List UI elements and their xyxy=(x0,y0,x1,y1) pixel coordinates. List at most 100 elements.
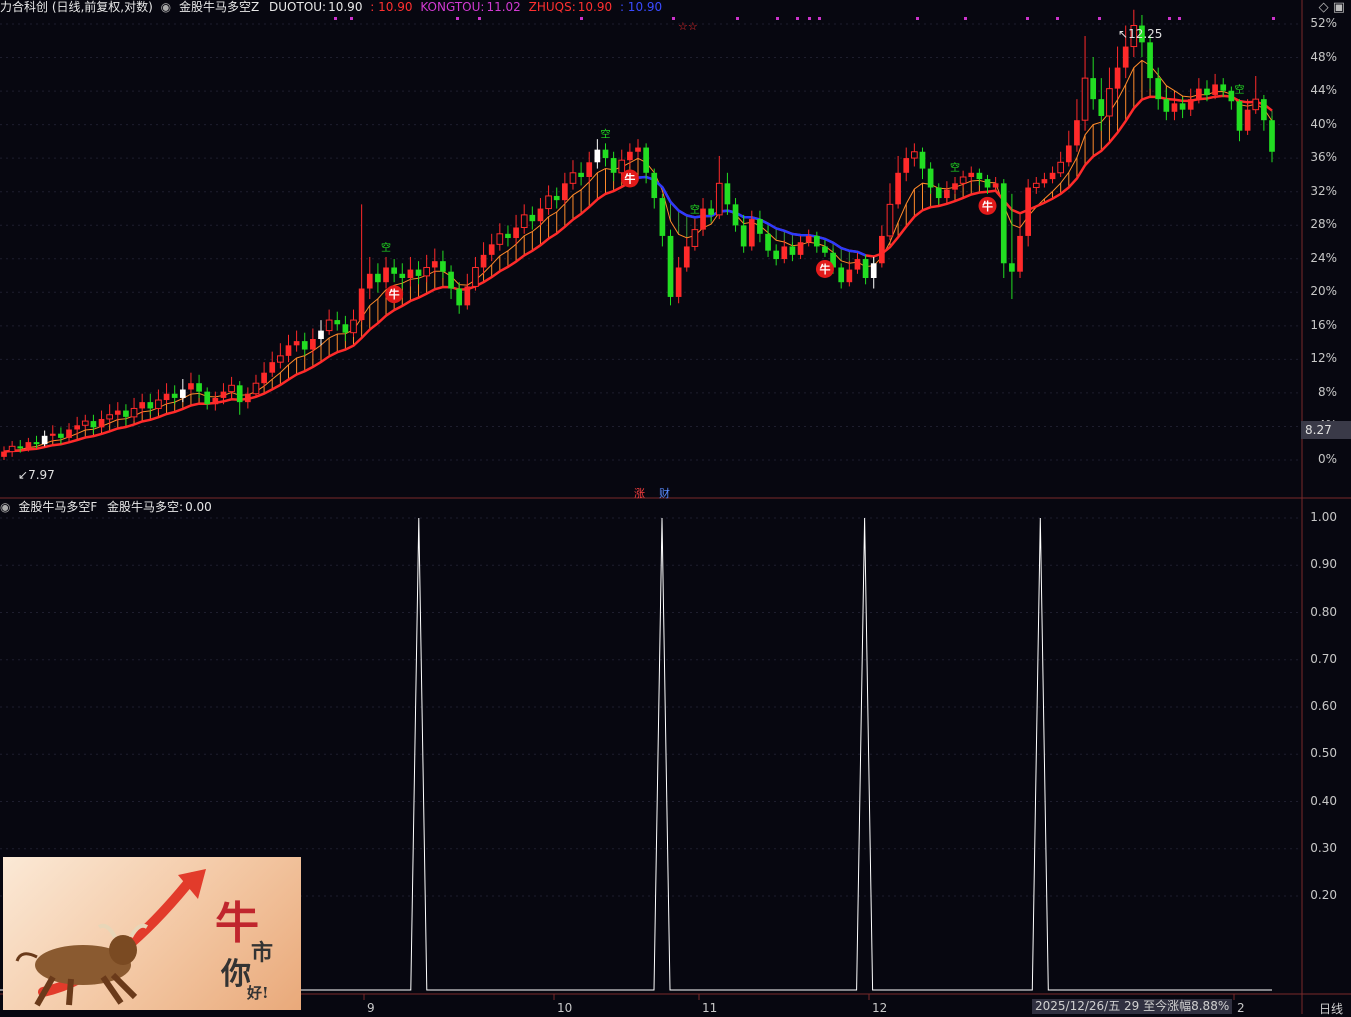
price-axis-label: 16% xyxy=(1310,317,1337,332)
kong-marker-label: 空 xyxy=(1234,83,1244,96)
promo-char-shi: 市 xyxy=(251,940,274,966)
sub-axis-label: 0.30 xyxy=(1310,840,1337,855)
candle-body xyxy=(618,159,626,174)
corner-controls: ◇ ▣ xyxy=(1319,0,1345,15)
candle-body xyxy=(545,195,552,210)
sub-axis-label: 0.50 xyxy=(1310,746,1337,761)
candle-body xyxy=(879,235,885,264)
bull-market-promo-image[interactable]: 牛 市 你 好! xyxy=(3,857,301,1010)
candle-body xyxy=(569,172,577,184)
candle-body xyxy=(513,227,519,239)
candle-body xyxy=(310,339,316,350)
candle-body xyxy=(635,147,641,152)
candle-body xyxy=(773,250,780,260)
candle-body xyxy=(440,261,446,272)
candle-body xyxy=(472,266,479,287)
candle-body xyxy=(220,391,227,398)
candle-body xyxy=(903,158,910,173)
sub-axis-label: 0.90 xyxy=(1310,557,1337,572)
candle-body xyxy=(33,442,40,445)
candle-body xyxy=(520,214,528,229)
date-label: 10 xyxy=(557,1001,573,1015)
candle-body xyxy=(252,382,260,395)
diamond-icon[interactable]: ◇ xyxy=(1319,0,1329,15)
low-price-label: ↙7.97 xyxy=(18,468,55,482)
candle-body xyxy=(147,402,154,409)
candle-body xyxy=(732,204,739,226)
sub-indicator-name[interactable]: 金股牛马多空F xyxy=(18,500,97,514)
date-label: 9 xyxy=(367,1001,375,1015)
candle-body xyxy=(700,208,706,230)
sub-indicator-toggle-icon[interactable]: ◉ xyxy=(0,500,10,514)
candle-body xyxy=(1261,99,1267,121)
date-label: 11 xyxy=(702,1001,718,1015)
candle-body xyxy=(675,267,682,297)
candle-body xyxy=(123,410,129,417)
candle-body xyxy=(383,267,389,283)
candle-body xyxy=(870,263,877,279)
candle-body xyxy=(553,195,560,201)
zhuqs-label: ZHUQS: xyxy=(528,0,576,14)
cai-tag[interactable]: 财 xyxy=(659,485,670,501)
candle-body xyxy=(1244,109,1251,131)
candle-body xyxy=(456,288,463,306)
signal-dot xyxy=(478,17,481,20)
candle-body xyxy=(935,187,942,199)
candle-body xyxy=(1179,103,1186,110)
date-label: 2 xyxy=(1237,1001,1245,1015)
candle-body xyxy=(627,151,633,161)
candle-body xyxy=(1220,84,1227,91)
zhang-tag[interactable]: 涨 xyxy=(634,485,645,501)
candle-body xyxy=(537,208,544,222)
candle-body xyxy=(1163,99,1170,112)
signal-dot xyxy=(350,17,353,20)
signal-dot xyxy=(1178,17,1181,20)
candle-body xyxy=(1147,42,1153,79)
candle-body xyxy=(895,172,901,205)
candle-body xyxy=(1017,235,1023,272)
candle-body xyxy=(114,410,121,415)
kong-marker-label: 空 xyxy=(381,241,391,254)
kong-marker-label: 空 xyxy=(950,161,960,174)
candle-body xyxy=(781,246,788,260)
candle-body xyxy=(1155,78,1162,100)
bull-marker-label: 牛 xyxy=(624,171,635,185)
stock-title[interactable]: 力合科创 (日线,前复权,对数) xyxy=(0,0,153,14)
candle-body xyxy=(261,372,267,384)
candle-body xyxy=(691,229,699,247)
signal-dot xyxy=(672,17,675,20)
signal-dot xyxy=(580,17,583,20)
candle-body xyxy=(325,319,333,332)
current-price-badge: 8.27 xyxy=(1301,421,1351,439)
status-info: 2025/12/26/五 29 至今涨幅8.88% xyxy=(1032,999,1233,1014)
candle-body xyxy=(188,383,194,390)
candle-body xyxy=(1041,179,1048,184)
candle-body xyxy=(391,267,397,274)
candle-body xyxy=(488,244,495,255)
candle-body xyxy=(334,320,341,325)
stock-chart-app: 牛牛牛牛空空空空空 力合科创 (日线,前复权,对数) ◉ 金股牛马多空Z DUO… xyxy=(0,0,1351,1017)
window-icon[interactable]: ▣ xyxy=(1333,0,1345,15)
period-button[interactable]: 日线 xyxy=(1319,1000,1343,1017)
candle-body xyxy=(789,246,796,255)
candle-body xyxy=(269,362,276,373)
price-axis-label: 12% xyxy=(1310,351,1337,366)
candle-body xyxy=(139,402,146,409)
signal-dot xyxy=(1168,17,1171,20)
candle-body xyxy=(74,425,80,430)
candle-body xyxy=(1009,263,1015,272)
candle-body xyxy=(822,246,828,253)
signal-dot xyxy=(1098,17,1101,20)
duotou-extra: : 10.90 xyxy=(370,0,413,14)
candle-body xyxy=(748,219,755,247)
candle-body xyxy=(285,345,292,356)
signal-dot xyxy=(736,17,739,20)
indicator-name[interactable]: 金股牛马多空Z xyxy=(179,0,259,14)
indicator-toggle-icon[interactable]: ◉ xyxy=(161,0,171,14)
date-label: 12 xyxy=(872,1001,888,1015)
price-axis-label: 44% xyxy=(1310,83,1337,98)
candle-body xyxy=(1196,88,1202,100)
candle-body xyxy=(98,418,105,428)
candle-body xyxy=(407,269,414,279)
sub-axis-label: 1.00 xyxy=(1310,510,1337,524)
